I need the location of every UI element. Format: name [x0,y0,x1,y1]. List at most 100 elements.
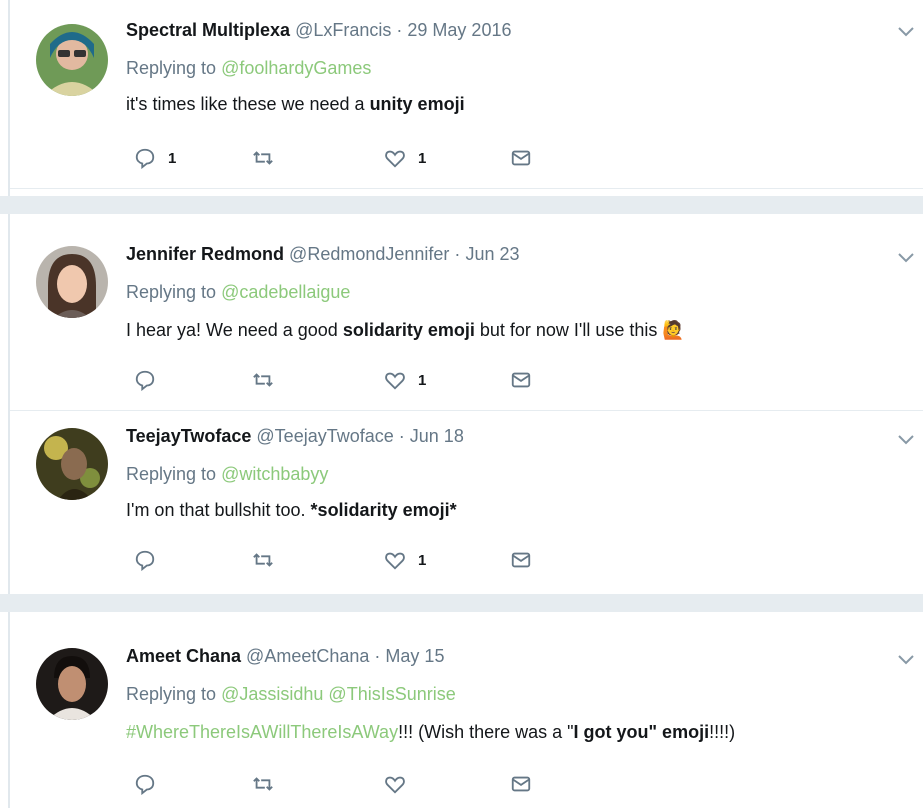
like-button[interactable] [384,772,418,796]
tweet-date[interactable]: Jun 23 [465,244,519,264]
replying-label: Replying to [126,282,217,302]
separator-dot: · [454,244,461,264]
tweet-actions: 1 [134,368,554,392]
heart-icon [385,776,405,794]
tweet-text: #WhereThereIsAWillThereIsAWay!!! (Wish t… [126,722,735,743]
replying-to: Replying to @Jassisidhu @ThisIsSunrise [126,684,456,705]
tweet-text: it's times like these we need a unity em… [126,94,465,115]
like-count: 1 [418,149,427,167]
direct-message-button[interactable] [510,146,532,170]
hashtag-link[interactable]: #WhereThereIsAWillThereIsAWay [126,722,398,742]
mention-link[interactable]: @foolhardyGames [221,58,371,78]
retweet-button[interactable] [252,548,286,572]
tweet-text-part: !!! (Wish there was a " [398,722,574,742]
avatar[interactable] [36,24,108,96]
retweet-button[interactable] [252,146,286,170]
tweet-text: I hear ya! We need a good solidarity emo… [126,320,685,341]
tweet-text-part: it's times like these we need a [126,94,370,114]
retweet-button[interactable] [252,368,286,392]
tweet-actions: 1 1 [134,146,554,170]
tweet[interactable]: Ameet Chana @AmeetChana · May 15 Replyin… [10,626,923,808]
avatar[interactable] [36,648,108,720]
tweet[interactable]: Spectral Multiplexa @LxFrancis · 29 May … [10,0,923,189]
chevron-down-icon[interactable] [897,654,915,666]
tweet-header: Spectral Multiplexa @LxFrancis · 29 May … [126,20,511,41]
heart-icon [385,552,405,570]
avatar[interactable] [36,246,108,318]
timeline-gap [0,196,923,214]
conversation-card: Ameet Chana @AmeetChana · May 15 Replyin… [8,612,923,808]
envelope-icon [511,372,531,388]
envelope-icon [511,552,531,568]
like-count: 1 [418,551,427,569]
reply-button[interactable] [134,548,168,572]
heart-icon [385,150,405,168]
replying-label: Replying to [126,464,217,484]
mention-link[interactable]: @cadebellaigue [221,282,350,302]
conversation-card: Jennifer Redmond @RedmondJennifer · Jun … [8,214,923,594]
tweet-text-part: !!!!) [709,722,736,742]
tweet[interactable]: TeejayTwoface @TeejayTwoface · Jun 18 Re… [10,410,923,590]
tweet-date[interactable]: May 15 [385,646,444,666]
tweet-text-part: but for now I'll use this 🙋 [474,320,685,340]
envelope-icon [511,150,531,166]
conversation-card: Spectral Multiplexa @LxFrancis · 29 May … [8,0,923,196]
mention-link[interactable]: @Jassisidhu [221,684,323,704]
tweet-date[interactable]: 29 May 2016 [407,20,511,40]
display-name[interactable]: Spectral Multiplexa [126,20,290,40]
tweet-text-bold: unity emoji [369,94,465,114]
retweet-icon [253,553,273,567]
like-count: 1 [418,371,427,389]
like-button[interactable]: 1 [384,368,426,392]
heart-icon [385,372,405,390]
reply-button[interactable] [134,368,168,392]
retweet-button[interactable] [252,772,286,796]
reply-count: 1 [168,149,177,167]
reply-icon [135,774,155,795]
chevron-down-icon[interactable] [897,434,915,446]
like-button[interactable]: 1 [384,146,426,170]
user-handle[interactable]: @AmeetChana [246,646,369,666]
mention-link[interactable]: @ThisIsSunrise [328,684,455,704]
replying-label: Replying to [126,58,217,78]
timeline-gap [0,594,923,612]
user-handle[interactable]: @LxFrancis [295,20,391,40]
user-handle[interactable]: @TeejayTwoface [256,426,393,446]
direct-message-button[interactable] [510,368,532,392]
direct-message-button[interactable] [510,548,532,572]
tweet-header: Ameet Chana @AmeetChana · May 15 [126,646,444,667]
replying-label: Replying to [126,684,217,704]
reply-icon [135,148,155,169]
retweet-icon [253,373,273,387]
display-name[interactable]: TeejayTwoface [126,426,251,446]
tweet[interactable]: Jennifer Redmond @RedmondJennifer · Jun … [10,228,923,411]
mention-link[interactable]: @witchbabyy [221,464,328,484]
like-button[interactable]: 1 [384,548,426,572]
display-name[interactable]: Jennifer Redmond [126,244,284,264]
tweet-text: I'm on that bullshit too. *solidarity em… [126,500,457,521]
reply-icon [135,370,155,391]
tweet-text-part: I hear ya! We need a good [126,320,343,340]
separator-dot: · [374,646,381,666]
replying-to: Replying to @foolhardyGames [126,58,371,79]
tweet-actions: 1 [134,548,554,572]
tweet-header: Jennifer Redmond @RedmondJennifer · Jun … [126,244,519,265]
retweet-icon [253,151,273,165]
display-name[interactable]: Ameet Chana [126,646,241,666]
user-handle[interactable]: @RedmondJennifer [289,244,449,264]
reply-button[interactable]: 1 [134,146,176,170]
replying-to: Replying to @witchbabyy [126,464,328,485]
chevron-down-icon[interactable] [897,252,915,264]
avatar[interactable] [36,428,108,500]
separator-dot: · [396,20,403,40]
replying-to: Replying to @cadebellaigue [126,282,350,303]
reply-icon [135,550,155,571]
envelope-icon [511,776,531,792]
reply-button[interactable] [134,772,168,796]
direct-message-button[interactable] [510,772,532,796]
tweet-date[interactable]: Jun 18 [410,426,464,446]
tweet-text-part: I'm on that bullshit too. [126,500,311,520]
separator-dot: · [398,426,405,446]
chevron-down-icon[interactable] [897,26,915,38]
tweet-text-bold: *solidarity emoji* [310,500,457,520]
